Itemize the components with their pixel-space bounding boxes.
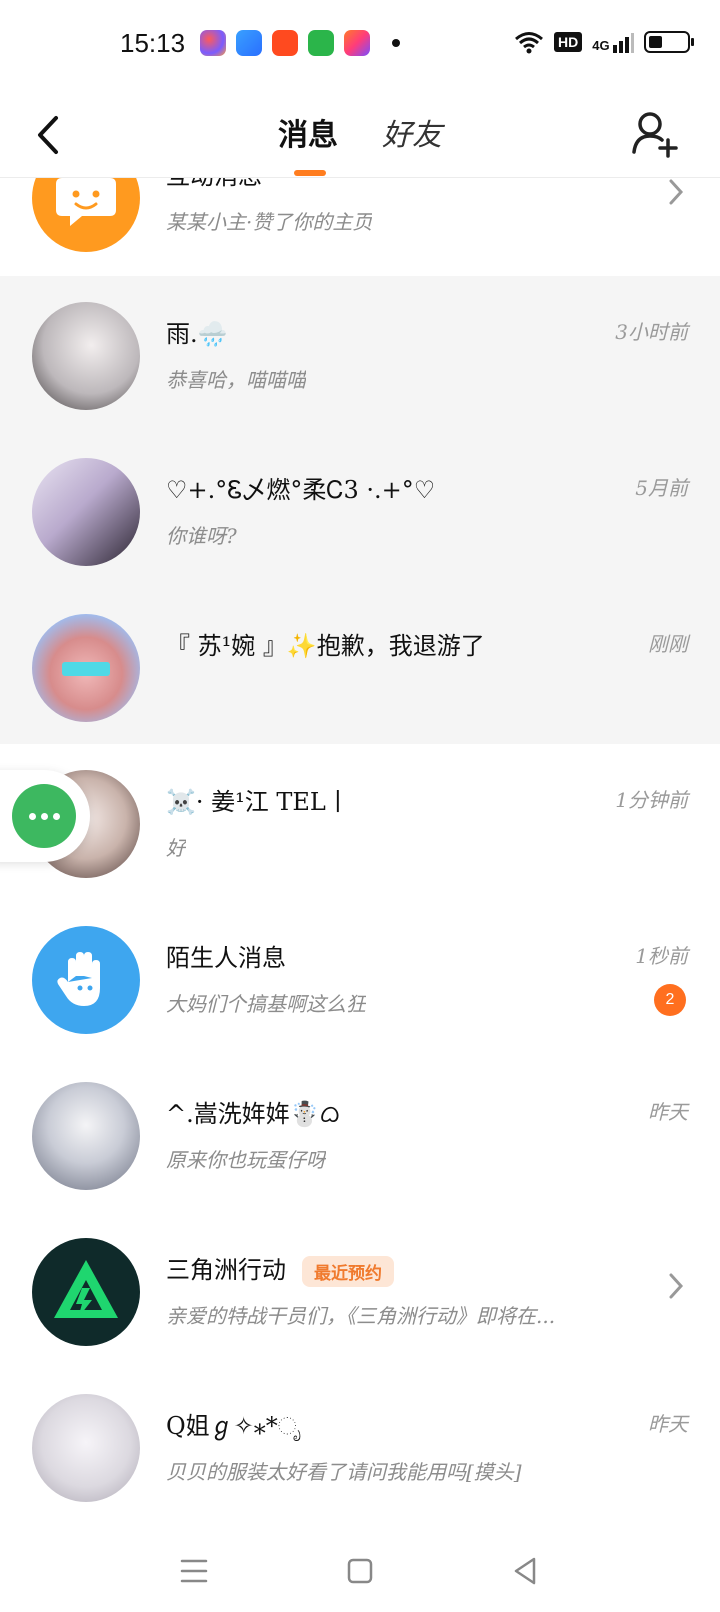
conversation-name: ♡+.°Ꮛ乄燃°柔Ꮯ3 ·.+°♡: [166, 476, 436, 504]
hd-voice-badge: HD: [554, 32, 583, 52]
game-name: 三角洲行动: [166, 1256, 286, 1284]
delta-force-logo-icon: [54, 1260, 118, 1318]
signal-icon: 4G: [592, 31, 634, 53]
add-user-icon[interactable]: [630, 106, 680, 162]
conversation-preview: 你谁呀?: [166, 524, 237, 548]
wifi-icon: [515, 32, 543, 54]
orange-app-icon: [344, 30, 370, 56]
conversation-time: 昨天: [648, 1100, 688, 1124]
home-square-icon[interactable]: [340, 1551, 380, 1591]
conversation-row[interactable]: 『 苏¹婉 』✨抱歉，我退游了 刚刚: [0, 588, 720, 744]
conversation-time: 1秒前: [635, 944, 688, 968]
conversation-row-game[interactable]: 三角洲行动 最近预约 亲爱的特战干员们，《三角洲行动》即将在...: [0, 1212, 720, 1368]
conversation-name: 『 苏¹婉 』✨抱歉，我退游了: [166, 632, 485, 660]
conversation-name: Q姐ℊ✧⁎*ೃ: [166, 1412, 302, 1440]
avatar: [32, 458, 140, 566]
avatar: [32, 178, 140, 252]
conversation-preview: 恭喜哈，喵喵喵: [166, 368, 306, 392]
avatar: [32, 1394, 140, 1502]
more-notifications-dot: [392, 39, 400, 47]
avatar: [32, 926, 140, 1034]
conversation-list[interactable]: 互动消息 某某小主·赞了你的主页 雨.🌧️ 恭喜哈，喵喵喵 3小时前 ♡+.°Ꮛ…: [0, 178, 720, 1533]
conversation-preview: 亲爱的特战干员们，《三角洲行动》即将在...: [166, 1304, 556, 1328]
tab-messages[interactable]: 消息: [278, 110, 338, 154]
conversation-name: 互动消息: [166, 178, 262, 191]
conversation-time: 1分钟前: [615, 788, 688, 812]
avatar: [32, 1238, 140, 1346]
conversation-preview: 某某小主·赞了你的主页: [166, 210, 373, 234]
conversation-name: ☠️· 姜¹江 TEL丨: [166, 788, 350, 816]
avatar-visor: [62, 662, 110, 676]
conversation-name: 陌生人消息: [166, 944, 286, 972]
tab-friends[interactable]: 好友: [382, 110, 442, 154]
more-dots-icon[interactable]: [12, 784, 76, 848]
notification-icons: [200, 30, 400, 56]
conversation-row[interactable]: Q姐ℊ✧⁎*ೃ 贝贝的服装太好看了请问我能用吗[摸头] 昨天: [0, 1368, 720, 1524]
blue-app-icon: [236, 30, 262, 56]
system-nav-bar: [0, 1533, 720, 1612]
menu-icon[interactable]: [174, 1551, 214, 1591]
chat-bubble-smile-icon: [56, 178, 116, 226]
status-time: 15:13: [120, 28, 186, 58]
recent-booking-tag: 最近预约: [302, 1256, 394, 1287]
conversation-row[interactable]: ^.嵩洗姩姩☃️ᜊ 原来你也玩蛋仔呀 昨天: [0, 1056, 720, 1212]
conversation-row[interactable]: 雨.🌧️ 恭喜哈，喵喵喵 3小时前: [0, 276, 720, 432]
conversation-time: 5月前: [635, 476, 688, 500]
chevron-right-icon: [669, 1273, 684, 1299]
chevron-right-icon: [669, 179, 684, 205]
system-icons: HD 4G: [514, 30, 694, 54]
green-store-icon: [308, 30, 334, 56]
conversation-preview: 大妈们个搞基啊这么狂: [166, 992, 366, 1016]
battery-icon: [643, 31, 694, 53]
active-tab-indicator: [294, 170, 326, 176]
conversation-preview: 贝贝的服装太好看了请问我能用吗[摸头]: [166, 1460, 522, 1484]
conversation-time: 刚刚: [648, 632, 688, 656]
back-triangle-icon[interactable]: [506, 1551, 546, 1591]
network-type-label: 4G: [592, 38, 610, 53]
avatar: [32, 302, 140, 410]
conversation-name: ^.嵩洗姩姩☃️ᜊ: [166, 1100, 341, 1128]
floating-chat-button[interactable]: [0, 770, 90, 862]
conversation-row-interactions[interactable]: 互动消息 某某小主·赞了你的主页: [0, 178, 720, 274]
conversation-row[interactable]: ☠️· 姜¹江 TEL丨 好 1分钟前: [0, 744, 720, 900]
conversation-time: 3小时前: [615, 320, 688, 344]
conversation-row-strangers[interactable]: 陌生人消息 大妈们个搞基啊这么狂 1秒前 2: [0, 900, 720, 1056]
top-header: 消息 好友: [0, 90, 720, 178]
palette-app-icon: [200, 30, 226, 56]
conversation-name: 雨.🌧️: [166, 320, 228, 348]
conversation-row[interactable]: ♡+.°Ꮛ乄燃°柔Ꮯ3 ·.+°♡ 你谁呀? 5月前: [0, 432, 720, 588]
status-bar: 15:13 HD 4G: [0, 0, 720, 90]
conversation-preview: 原来你也玩蛋仔呀: [166, 1148, 326, 1172]
conversation-preview: 好: [166, 836, 186, 860]
chevron-left-icon[interactable]: [28, 110, 72, 160]
avatar: [32, 614, 140, 722]
hand-wave-icon: [57, 952, 100, 1006]
red-app-icon: [272, 30, 298, 56]
conversation-time: 昨天: [648, 1412, 688, 1436]
conversation-name: 三角洲行动 最近预约: [166, 1250, 394, 1287]
unread-badge: 2: [654, 984, 686, 1016]
battery-fill: [648, 36, 662, 48]
avatar: [32, 1082, 140, 1190]
